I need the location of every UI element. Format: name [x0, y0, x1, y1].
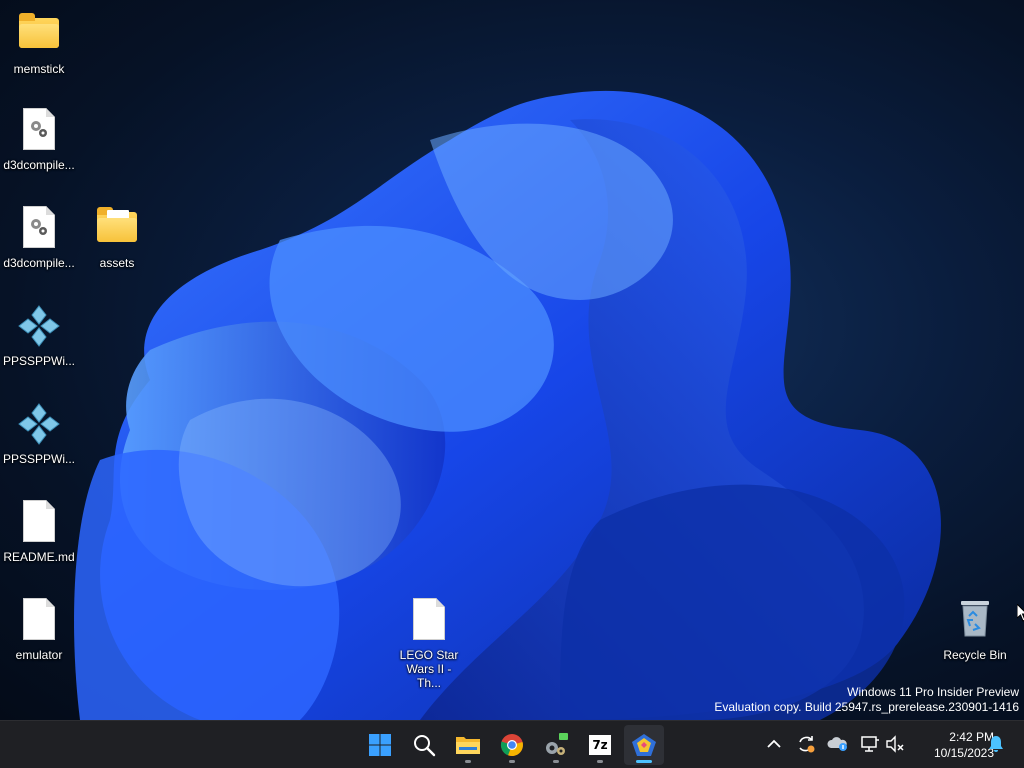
- sync-icon: [799, 736, 815, 753]
- file-icon: [15, 498, 63, 546]
- bloom-graphic: [74, 90, 941, 720]
- watermark-edition: Windows 11 Pro Insider Preview: [847, 685, 1019, 699]
- network-icon: [861, 736, 879, 752]
- taskbar: 7z 2:42 PM 10/15/2023: [0, 720, 1024, 768]
- start-button[interactable]: [360, 725, 400, 765]
- running-indicator: [553, 760, 559, 763]
- folder-icon: [93, 204, 141, 252]
- settings-file-icon: [15, 106, 63, 154]
- search-button[interactable]: [404, 725, 444, 765]
- desktop-icon-label: LEGO Star Wars II - Th...: [399, 648, 459, 690]
- ppsspp-icon: [15, 400, 63, 448]
- desktop-icon-label: PPSSPPWi...: [2, 354, 76, 368]
- onedrive-tray-button[interactable]: [827, 733, 849, 755]
- taskbar-clock[interactable]: 2:42 PM 10/15/2023: [912, 729, 994, 761]
- app-button[interactable]: [536, 725, 576, 765]
- desktop-icon-readme[interactable]: README.md: [0, 498, 78, 564]
- file-explorer-icon: [456, 737, 480, 754]
- 7zip-button[interactable]: 7z: [580, 725, 620, 765]
- recycle-bin-icon: [951, 596, 999, 644]
- desktop-icon-label: d3dcompile...: [3, 158, 75, 172]
- desktop-icon-d3dcompiler-1[interactable]: d3dcompile...: [0, 106, 78, 172]
- onedrive-icon: [827, 737, 847, 751]
- file-icon: [405, 596, 453, 644]
- volume-tray-button[interactable]: [884, 733, 906, 755]
- desktop-icon-ppsspp-2[interactable]: PPSSPPWi...: [0, 400, 78, 466]
- chevron-up-icon: [767, 739, 781, 748]
- desktop-icon-assets[interactable]: assets: [78, 204, 156, 270]
- desktop-wallpaper: [0, 0, 1024, 720]
- desktop-icon-emulator[interactable]: emulator: [0, 596, 78, 662]
- desktop-icon-label: README.md: [3, 550, 75, 564]
- desktop-icon-label: memstick: [13, 62, 65, 76]
- desktop-icon-label: assets: [99, 256, 135, 270]
- notifications-button[interactable]: [985, 733, 1007, 755]
- settings-file-icon: [15, 204, 63, 252]
- desktop-icon-d3dcompiler-2[interactable]: d3dcompile...: [0, 204, 78, 270]
- chrome-button[interactable]: [492, 725, 532, 765]
- running-indicator: [597, 760, 603, 763]
- desktop-icon-memstick[interactable]: memstick: [0, 10, 78, 76]
- desktop-icon-label: d3dcompile...: [3, 256, 75, 270]
- ppsspp-app-icon: [632, 734, 656, 756]
- folder-icon: [15, 10, 63, 58]
- ppsspp-taskbar-button[interactable]: [624, 725, 664, 765]
- volume-muted-icon: [886, 735, 904, 753]
- desktop-icon-label: Recycle Bin: [943, 648, 1007, 662]
- desktop-icon-label: emulator: [15, 648, 63, 662]
- desktop-icon-ppsspp-1[interactable]: PPSSPPWi...: [0, 302, 78, 368]
- desktop-icon-lego-star-wars[interactable]: LEGO Star Wars II - Th...: [390, 596, 468, 690]
- windows-watermark: Windows 11 Pro Insider Preview Evaluatio…: [714, 685, 1019, 715]
- desktop-icon-recycle-bin[interactable]: Recycle Bin: [936, 596, 1014, 662]
- running-indicator: [636, 760, 652, 763]
- 7zip-icon: 7z: [589, 735, 611, 755]
- file-icon: [15, 596, 63, 644]
- start-icon: [369, 734, 391, 756]
- chrome-icon: [500, 734, 523, 757]
- running-indicator: [509, 760, 515, 763]
- clock-time: 2:42 PM: [949, 730, 994, 744]
- bell-icon: [989, 736, 1003, 752]
- show-hidden-icons-button[interactable]: [763, 733, 785, 755]
- running-indicator: [465, 760, 471, 763]
- watermark-build: Evaluation copy. Build 25947.rs_prerelea…: [714, 700, 1019, 714]
- sync-tray-button[interactable]: [795, 733, 817, 755]
- file-explorer-button[interactable]: [448, 725, 488, 765]
- clock-date: 10/15/2023: [933, 746, 994, 760]
- search-icon: [414, 735, 436, 757]
- app-icon: [546, 733, 568, 755]
- desktop-icon-label: PPSSPPWi...: [2, 452, 76, 466]
- mouse-cursor-icon: [1017, 604, 1024, 622]
- network-tray-button[interactable]: [859, 733, 881, 755]
- ppsspp-icon: [15, 302, 63, 350]
